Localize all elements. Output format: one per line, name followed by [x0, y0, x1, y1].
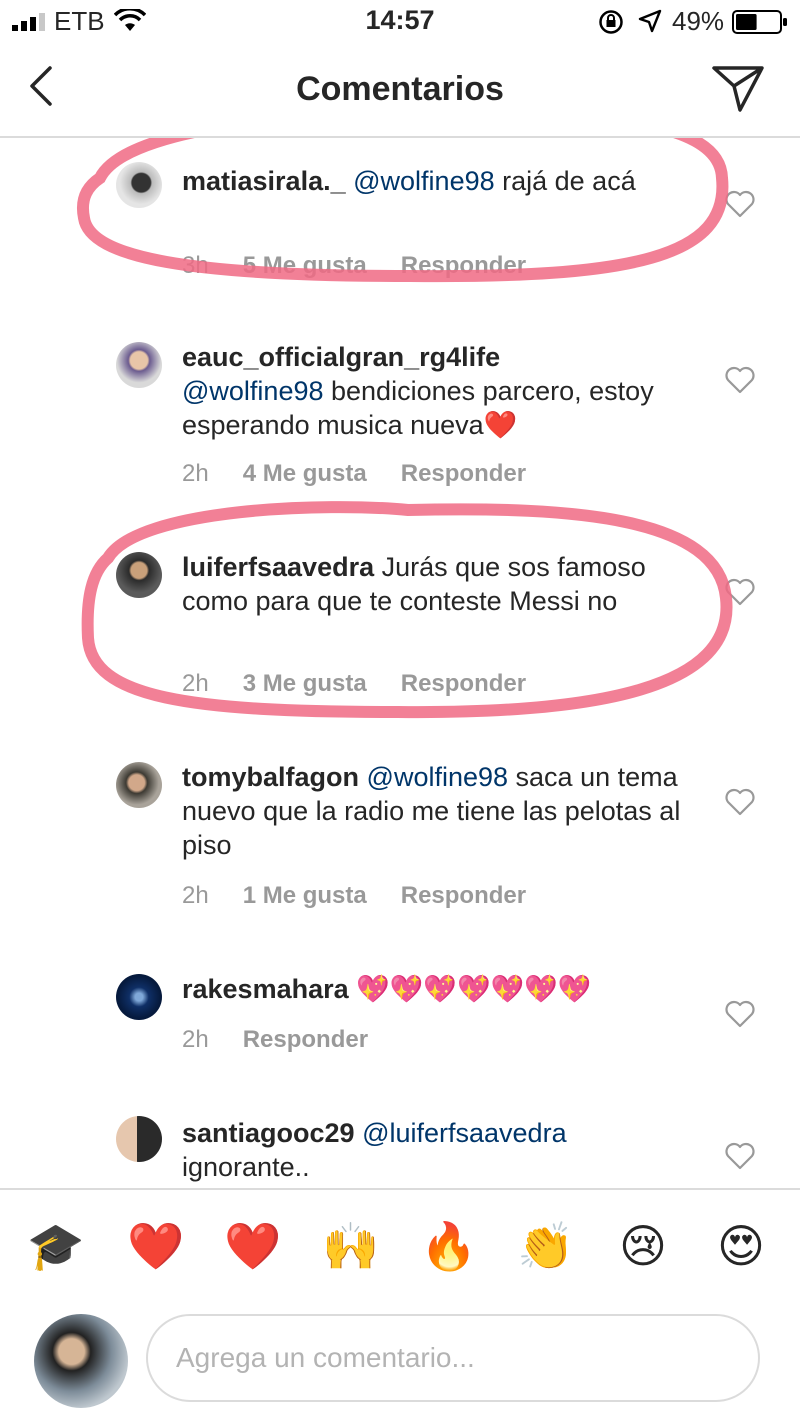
comment-list[interactable]: matiasirala._ @wolfine98 rajá de acá 3h 5…	[0, 138, 800, 1188]
comment-body: ignorante..	[182, 1152, 310, 1182]
avatar[interactable]	[116, 342, 162, 388]
heart-emoji-button[interactable]: ❤️	[126, 1218, 186, 1274]
comment-time: 2h	[182, 882, 209, 909]
comment-meta: 2h Responder	[182, 1026, 402, 1054]
comment-username[interactable]: rakesmahara	[182, 974, 349, 1004]
comment-text: luiferfsaavedra Jurás que sos famoso com…	[182, 550, 702, 618]
graduation-cap-emoji-button[interactable]: 🎓	[26, 1218, 86, 1274]
comment-time: 2h	[182, 460, 209, 487]
share-button[interactable]	[710, 62, 766, 114]
clapping-hands-emoji-button[interactable]: 👏	[516, 1218, 576, 1274]
comment-time: 2h	[182, 1026, 209, 1053]
comment-mention[interactable]: @luiferfsaavedra	[362, 1118, 567, 1148]
comment-mention[interactable]: @wolfine98	[182, 376, 324, 406]
page-title: Comentarios	[296, 70, 504, 108]
comment-mention[interactable]: @wolfine98	[353, 166, 495, 196]
comment-username[interactable]: eauc_officialgran_rg4life	[182, 342, 500, 372]
comment-mention[interactable]: @wolfine98	[367, 762, 509, 792]
battery-icon	[732, 10, 787, 34]
heart-icon[interactable]	[724, 366, 756, 394]
heart-icon[interactable]	[724, 1142, 756, 1170]
comment-username[interactable]: luiferfsaavedra	[182, 552, 374, 582]
comment-time: 3h	[182, 252, 209, 279]
comment-text: rakesmahara 💖💖💖💖💖💖💖	[182, 972, 702, 1006]
comment-username[interactable]: tomybalfagon	[182, 762, 359, 792]
comment-input[interactable]	[146, 1314, 760, 1402]
status-bar: ETB 14:57 49%	[0, 0, 800, 44]
avatar[interactable]	[34, 1314, 128, 1408]
fire-emoji-button[interactable]: 🔥	[419, 1218, 479, 1274]
avatar[interactable]	[116, 162, 162, 208]
comment-likes[interactable]: 3 Me gusta	[243, 670, 367, 697]
paper-plane-icon	[712, 66, 764, 112]
comment-text: matiasirala._ @wolfine98 rajá de acá	[182, 164, 702, 198]
reply-button[interactable]: Responder	[401, 460, 526, 487]
heart-icon[interactable]	[724, 788, 756, 816]
comment-time: 2h	[182, 670, 209, 697]
comment-meta: 2h 4 Me gusta Responder	[182, 460, 560, 488]
avatar[interactable]	[116, 762, 162, 808]
heart-icon[interactable]	[724, 190, 756, 218]
comment-meta: 3h 5 Me gusta Responder	[182, 252, 560, 280]
heart-eyes-emoji-button[interactable]: 😍	[711, 1218, 771, 1274]
comment-text: eauc_officialgran_rg4life @wolfine98 ben…	[182, 340, 702, 442]
heart-icon[interactable]	[724, 578, 756, 606]
avatar[interactable]	[116, 552, 162, 598]
heart-emoji-button[interactable]: ❤️	[223, 1218, 283, 1274]
crying-face-emoji-button[interactable]: 😢	[613, 1218, 673, 1274]
raised-hands-emoji-button[interactable]: 🙌	[321, 1218, 381, 1274]
location-icon	[638, 9, 662, 33]
battery-percent: 49%	[672, 6, 725, 36]
avatar[interactable]	[116, 1116, 162, 1162]
comment-meta: 2h 3 Me gusta Responder	[182, 670, 560, 698]
quick-reaction-bar: 🎓 ❤️ ❤️ 🙌 🔥 👏 😢 😍	[0, 1188, 800, 1302]
header: Comentarios	[0, 44, 800, 138]
comment-body: 💖💖💖💖💖💖💖	[348, 974, 592, 1004]
reply-button[interactable]: Responder	[401, 670, 526, 697]
reply-button[interactable]: Responder	[401, 882, 526, 909]
comment-text: tomybalfagon @wolfine98 saca un tema nue…	[182, 760, 702, 862]
comment-username[interactable]: matiasirala._	[182, 166, 346, 196]
reply-button[interactable]: Responder	[243, 1026, 368, 1053]
reply-button[interactable]: Responder	[401, 252, 526, 279]
comment-username[interactable]: santiagooc29	[182, 1118, 355, 1148]
rotation-lock-icon	[599, 10, 623, 34]
comment-body: rajá de acá	[494, 166, 636, 196]
comment-meta: 2h 1 Me gusta Responder	[182, 882, 560, 910]
avatar[interactable]	[116, 974, 162, 1020]
comment-text: santiagooc29 @luiferfsaavedra ignorante.…	[182, 1116, 702, 1184]
comment-likes[interactable]: 4 Me gusta	[243, 460, 367, 487]
comment-composer	[0, 1300, 800, 1422]
comment-likes[interactable]: 5 Me gusta	[243, 252, 367, 279]
heart-icon[interactable]	[724, 1000, 756, 1028]
comment-likes[interactable]: 1 Me gusta	[243, 882, 367, 909]
